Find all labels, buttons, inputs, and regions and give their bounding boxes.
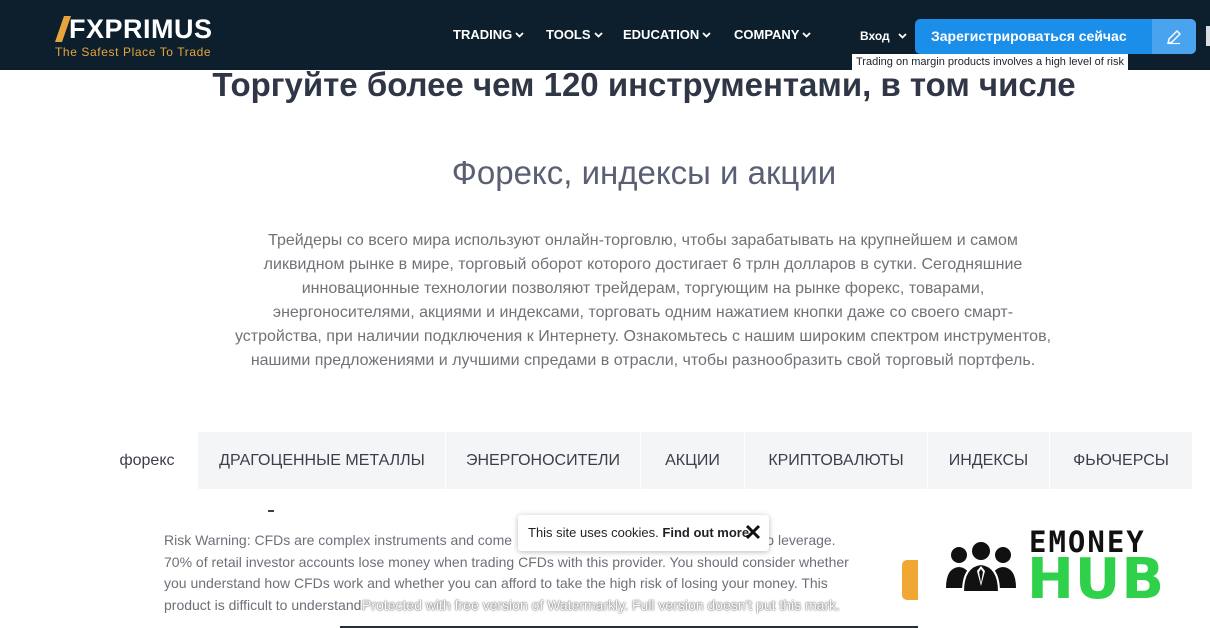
- cookie-notice: This site uses cookies. Find out more: [518, 515, 769, 551]
- cookie-text: This site uses cookies. Find out more: [528, 525, 749, 540]
- nav-company[interactable]: COMPANY: [734, 27, 812, 42]
- nav-education[interactable]: EDUCATION: [623, 27, 711, 42]
- chevron-down-icon: [593, 32, 603, 38]
- badge-hub-text: HUB: [1027, 547, 1166, 612]
- nav-tools[interactable]: TOOLS: [546, 27, 603, 42]
- people-group-icon: [946, 540, 1016, 593]
- dash-mark: [268, 510, 274, 512]
- register-button[interactable]: Зарегистрироваться сейчас: [915, 19, 1152, 54]
- login-label: Вход: [860, 29, 890, 43]
- instrument-tabs: форекс ДРАГОЦЕННЫЕ МЕТАЛЛЫ ЭНЕРГОНОСИТЕЛ…: [96, 432, 1192, 489]
- login-dropdown[interactable]: Вход: [860, 29, 907, 43]
- chevron-down-icon: [702, 32, 711, 38]
- nav-trading[interactable]: TRADING: [453, 27, 524, 42]
- nav-tools-label: TOOLS: [546, 27, 591, 42]
- chevron-down-icon: [802, 32, 812, 38]
- chevron-down-icon: [898, 33, 907, 39]
- fxprimus-logo[interactable]: FXPRIMUS The Safest Place To Trade: [55, 14, 225, 60]
- logo-tagline: The Safest Place To Trade: [55, 45, 212, 59]
- tab-precious-metals[interactable]: ДРАГОЦЕННЫЕ МЕТАЛЛЫ: [198, 432, 446, 489]
- risk-warning-text: Risk Warning: CFDs are complex instrumen…: [164, 532, 513, 548]
- tab-indices[interactable]: ИНДЕКСЫ: [928, 432, 1049, 489]
- logo-wordmark: FXPRIMUS: [69, 14, 213, 44]
- nav-trading-label: TRADING: [453, 27, 513, 42]
- page-description: Трейдеры со всего мира используют онлайн…: [234, 232, 1052, 369]
- close-icon[interactable]: [744, 523, 762, 541]
- watermark-text: Protected with free version of Watermark…: [362, 597, 841, 613]
- cookie-find-out-more-link[interactable]: Find out more: [662, 525, 749, 540]
- page-title: Торгуйте более чем 120 инструментами, в …: [212, 66, 1076, 103]
- emoney-hub-badge: EMONEY HUB: [918, 508, 1210, 628]
- pencil-icon: [1167, 30, 1181, 45]
- tab-futures[interactable]: ФЬЮЧЕРСЫ: [1050, 432, 1192, 489]
- scrollbar-edge: [1206, 26, 1210, 46]
- nav-education-label: EDUCATION: [623, 27, 700, 42]
- risk-warning-line: you understand how CFDs work and whether…: [164, 575, 828, 591]
- tab-crypto[interactable]: КРИПТОВАЛЮТЫ: [745, 432, 927, 489]
- cookie-message: This site uses cookies.: [528, 525, 659, 540]
- risk-warning-line: 70% of retail investor accounts lose mon…: [164, 553, 849, 570]
- tab-energy[interactable]: ЭНЕРГОНОСИТЕЛИ: [446, 432, 640, 489]
- tab-forex[interactable]: форекс: [96, 432, 198, 489]
- chevron-down-icon: [515, 32, 524, 38]
- page-subtitle: Форекс, индексы и акции: [451, 154, 837, 191]
- tab-stocks[interactable]: АКЦИИ: [641, 432, 744, 489]
- nav-company-label: COMPANY: [734, 27, 800, 42]
- edit-button[interactable]: [1152, 19, 1196, 54]
